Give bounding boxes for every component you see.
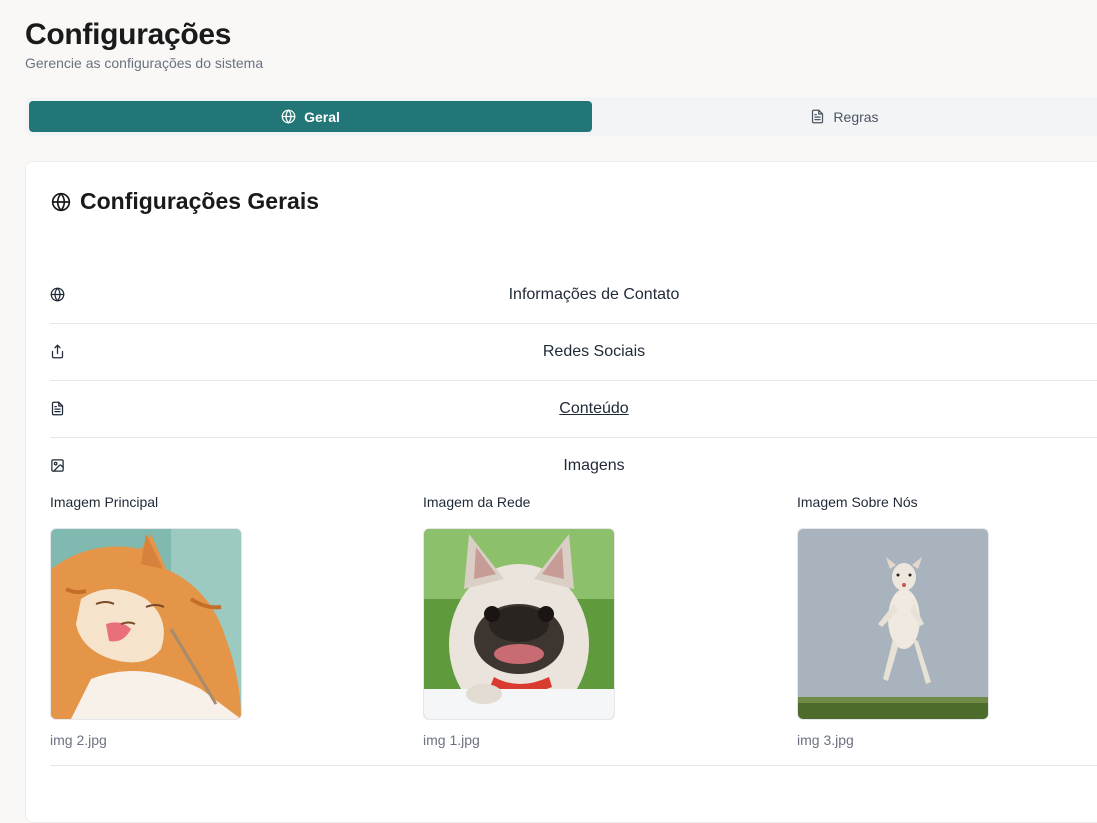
image-thumbnail-cat[interactable] bbox=[50, 528, 242, 720]
cat-photo bbox=[51, 529, 241, 719]
section-label: Redes Sociais bbox=[542, 343, 646, 360]
section-label: Informações de Contato bbox=[508, 286, 680, 303]
image-field-sobre-nos: Imagem Sobre Nós img 3.jpg bbox=[797, 494, 997, 748]
card-title-text: Configurações Gerais bbox=[80, 188, 320, 214]
tabs-bar: Geral Regras bbox=[25, 97, 1097, 136]
section-imagens[interactable]: Imagens bbox=[50, 438, 1097, 494]
section-redes-sociais[interactable]: Redes Sociais bbox=[50, 324, 1097, 381]
section-label: Imagens bbox=[563, 457, 625, 474]
image-thumbnail-bulldog[interactable] bbox=[423, 528, 615, 720]
page-subtitle: Gerencie as configurações do sistema bbox=[25, 55, 264, 71]
tab-geral[interactable]: Geral bbox=[29, 101, 592, 132]
settings-card: Configurações Gerais Informações de Cont… bbox=[25, 161, 1097, 823]
image-field-rede: Imagem da Rede img 1.jpg bbox=[423, 494, 623, 748]
image-filename: img 3.jpg bbox=[797, 732, 854, 748]
bulldog-photo bbox=[424, 529, 614, 719]
image-field-principal: Imagem Principal img 2.jpg bbox=[50, 494, 250, 748]
image-label: Imagem Principal bbox=[50, 494, 159, 510]
section-divider bbox=[50, 765, 1097, 766]
tab-regras[interactable]: Regras bbox=[592, 101, 1097, 132]
tab-regras-label: Regras bbox=[833, 108, 879, 125]
image-filename: img 1.jpg bbox=[423, 732, 480, 748]
file-text-icon bbox=[810, 109, 825, 124]
page-header: Configurações Gerencie as configurações … bbox=[25, 16, 263, 72]
section-informacoes-contato[interactable]: Informações de Contato bbox=[50, 267, 1097, 324]
image-thumbnail-jumping-dog[interactable] bbox=[797, 528, 989, 720]
image-label: Imagem da Rede bbox=[423, 494, 531, 510]
section-label: Conteúdo bbox=[559, 400, 629, 417]
jumping-dog-photo bbox=[798, 529, 988, 719]
card-title: Configurações Gerais bbox=[51, 188, 319, 215]
globe-icon bbox=[51, 192, 71, 212]
image-filename: img 2.jpg bbox=[50, 732, 107, 748]
page-title: Configurações bbox=[25, 18, 232, 51]
image-label: Imagem Sobre Nós bbox=[797, 494, 918, 510]
globe-icon bbox=[281, 109, 296, 124]
section-conteudo[interactable]: Conteúdo bbox=[50, 381, 1097, 438]
tab-geral-label: Geral bbox=[304, 108, 340, 125]
